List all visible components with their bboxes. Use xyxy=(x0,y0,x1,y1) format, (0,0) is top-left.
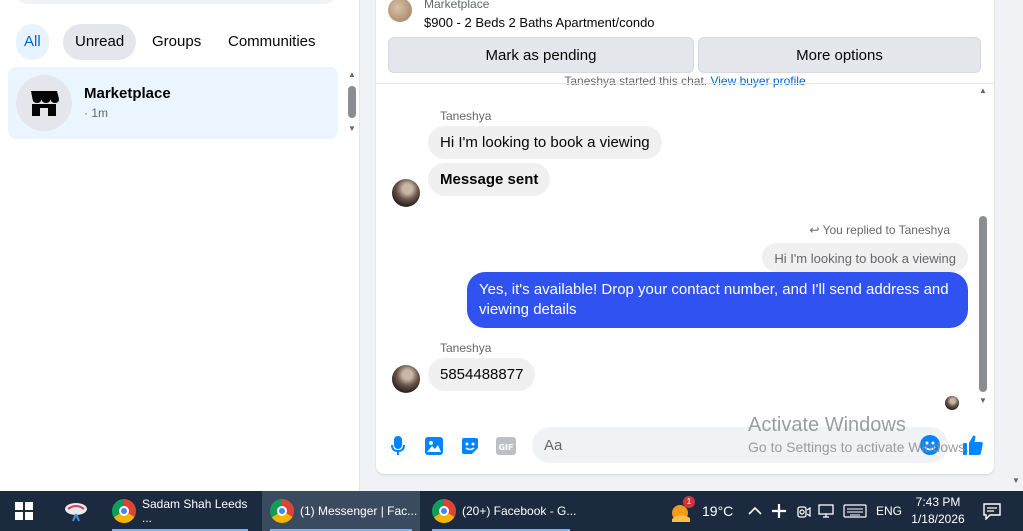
taskbar-app-label: (1) Messenger | Fac... xyxy=(300,504,418,518)
taskbar-app-label: (20+) Facebook - G... xyxy=(462,504,577,518)
sticker-icon[interactable] xyxy=(460,436,480,456)
message-sender: Taneshya xyxy=(440,109,492,123)
chrome-icon xyxy=(112,499,136,523)
scroll-down-arrow-icon[interactable]: ▼ xyxy=(979,396,987,405)
scroll-up-arrow-icon[interactable]: ▲ xyxy=(348,70,356,79)
listing-title[interactable]: $900 - 2 Beds 2 Baths Apartment/condo xyxy=(424,15,655,30)
input-language[interactable]: ENG xyxy=(876,491,902,531)
chrome-icon xyxy=(270,499,294,523)
message-composer xyxy=(532,427,948,463)
chat-start-text: Taneshya started this chat. xyxy=(564,74,708,88)
message-sender: Taneshya xyxy=(440,341,492,355)
clock-time: 7:43 PM xyxy=(915,495,961,509)
more-options-button[interactable]: More options xyxy=(698,37,981,73)
windows-taskbar: Sadam Shah Leeds ... (1) Messenger | Fac… xyxy=(0,491,1023,531)
weather-widget[interactable]: 1 19°C xyxy=(668,491,733,531)
view-buyer-profile-link[interactable]: View buyer profile xyxy=(710,74,805,88)
conversation-title: Marketplace xyxy=(84,85,171,102)
quoted-message[interactable]: Hi I'm looking to book a viewing xyxy=(762,243,968,272)
outgoing-message[interactable]: Yes, it's available! Drop your contact n… xyxy=(467,272,968,328)
mark-as-pending-button[interactable]: Mark as pending xyxy=(388,37,694,73)
emoji-icon[interactable] xyxy=(920,435,940,455)
incoming-message[interactable]: Message sent xyxy=(428,163,551,196)
photo-icon[interactable] xyxy=(424,436,444,456)
weather-badge: 1 xyxy=(683,496,695,508)
conversation-item-marketplace[interactable]: Marketplace · 1m xyxy=(8,67,338,139)
scroll-up-arrow-icon[interactable]: ▲ xyxy=(979,86,987,95)
network-icon[interactable] xyxy=(818,491,836,531)
microphone-icon[interactable] xyxy=(388,436,408,456)
listing-thumbnail[interactable] xyxy=(388,0,412,22)
show-hidden-icons-chevron-icon[interactable] xyxy=(748,491,762,531)
plus-icon[interactable] xyxy=(771,491,787,531)
chat-scrollbar[interactable]: ▲ ▼ xyxy=(976,86,990,406)
filter-unread[interactable]: Unread xyxy=(63,24,137,60)
pinned-app-icon[interactable] xyxy=(56,491,96,531)
filter-all[interactable]: All xyxy=(16,24,49,60)
sender-avatar[interactable] xyxy=(392,179,420,207)
sender-avatar[interactable] xyxy=(392,365,420,393)
taskbar-app-label: Sadam Shah Leeds ... xyxy=(142,497,248,525)
chat-panel: Marketplace $900 - 2 Beds 2 Baths Apartm… xyxy=(376,0,994,474)
taskbar-app-messenger[interactable]: (1) Messenger | Fac... xyxy=(262,491,420,531)
page-scroll-down-icon[interactable]: ▼ xyxy=(1012,476,1020,485)
taskbar-app-facebook[interactable]: (20+) Facebook - G... xyxy=(424,491,578,531)
reply-label: You replied to Taneshya xyxy=(822,223,950,237)
clock-date: 1/18/2026 xyxy=(911,512,965,526)
thumbs-up-icon[interactable] xyxy=(962,434,984,456)
conversation-sidebar: All Unread Groups Communities Marketplac… xyxy=(0,0,360,491)
notification-center-icon[interactable] xyxy=(982,491,1002,531)
system-clock[interactable]: 7:43 PM 1/18/2026 xyxy=(904,491,972,531)
weather-sun-icon: 1 xyxy=(668,496,695,524)
keyboard-icon[interactable] xyxy=(843,491,867,531)
incoming-message[interactable]: 5854488877 xyxy=(428,358,536,391)
sidebar-scrollbar[interactable]: ▲ ▼ xyxy=(346,70,358,136)
marketplace-store-icon xyxy=(16,75,72,131)
message-input[interactable] xyxy=(544,427,904,463)
reply-indicator: ↩ You replied to Taneshya xyxy=(809,223,950,237)
incoming-message[interactable]: Hi I'm looking to book a viewing xyxy=(428,126,662,159)
reply-arrow-icon: ↩ xyxy=(809,223,820,237)
scrollbar-thumb[interactable] xyxy=(979,216,987,392)
filter-groups[interactable]: Groups xyxy=(140,24,213,60)
filter-communities[interactable]: Communities xyxy=(216,24,328,60)
listing-source: Marketplace xyxy=(424,0,490,11)
svg-text:GIF: GIF xyxy=(498,443,513,452)
windows-start-icon[interactable] xyxy=(0,491,48,531)
seen-receipt-avatar xyxy=(945,396,959,410)
chrome-icon xyxy=(432,499,456,523)
scroll-down-arrow-icon[interactable]: ▼ xyxy=(348,124,356,133)
scrollbar-thumb[interactable] xyxy=(348,86,356,118)
header-divider xyxy=(376,83,994,84)
meet-now-icon[interactable] xyxy=(796,491,812,531)
taskbar-app-chrome-1[interactable]: Sadam Shah Leeds ... xyxy=(104,491,256,531)
gif-icon[interactable]: GIF xyxy=(496,436,516,456)
search-field-edge[interactable] xyxy=(16,0,336,4)
weather-temp: 19°C xyxy=(702,503,734,519)
conversation-time: · 1m xyxy=(84,106,108,120)
chat-start-notice: Taneshya started this chat. View buyer p… xyxy=(376,74,994,88)
